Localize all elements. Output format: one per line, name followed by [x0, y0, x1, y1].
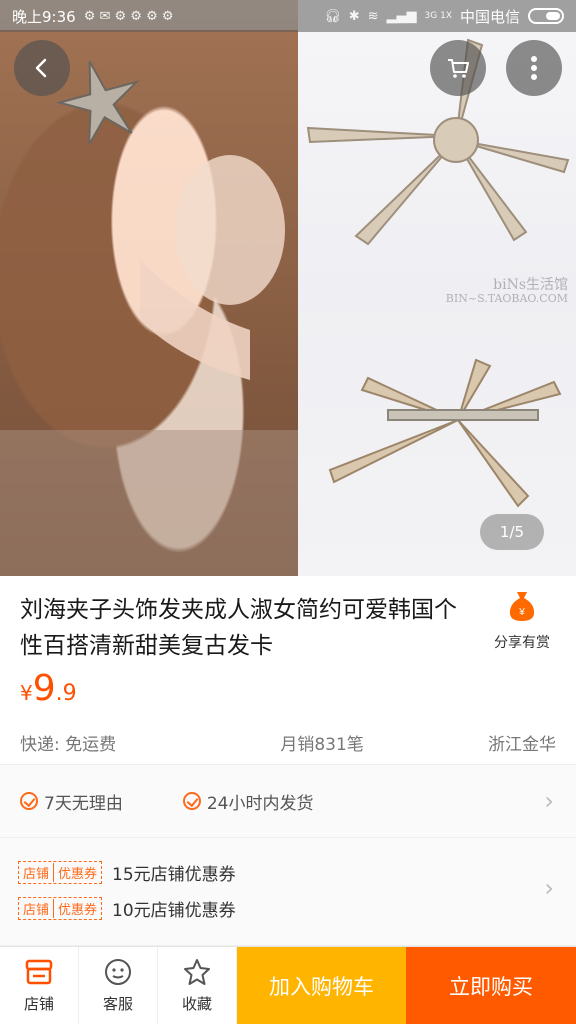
product-title: 刘海夹子头饰发夹成人淑女简约可爱韩国个性百搭清新甜美复古发卡: [20, 597, 457, 659]
bluetooth-icon: ✱: [348, 8, 360, 24]
cart-button[interactable]: [430, 40, 486, 96]
coupon-text: 15元店铺优惠券: [112, 865, 236, 885]
add-to-cart-button[interactable]: 加入购物车: [237, 947, 406, 1024]
coupon-item: 店铺 优惠券 15元店铺优惠券: [18, 860, 236, 885]
service-item: 24小时内发货: [182, 789, 314, 814]
headphone-icon: 🎧︎: [324, 8, 341, 24]
back-button[interactable]: [14, 40, 70, 96]
favorite-label: 收藏: [181, 995, 212, 1013]
chevron-right-icon: ›: [544, 787, 554, 815]
product-info: 刘海夹子头饰发夹成人淑女简约可爱韩国个性百搭清新甜美复古发卡 ¥ 分享有赏 ¥9…: [0, 576, 576, 764]
customer-service-label: 客服: [102, 995, 133, 1013]
coupon-section[interactable]: 店铺 优惠券 15元店铺优惠券 店铺 优惠券 10元店铺优惠券 ›: [0, 838, 576, 946]
image-page-indicator: 1/5: [480, 514, 544, 550]
more-vertical-icon: [531, 56, 537, 80]
coupon-tag: 店铺 优惠券: [18, 897, 103, 920]
chevron-right-icon: ›: [544, 874, 554, 902]
product-price: ¥9.9: [20, 668, 77, 709]
network-type: 3G 1X: [424, 11, 452, 21]
carrier-name: 中国电信: [459, 7, 520, 26]
status-bar: 晚上9:36 ⚙ ✉ ⚙ ⚙ ⚙ ⚙ 🎧︎ ✱ ≋ ▂▄▆ 3G 1X 中国电信: [0, 0, 576, 32]
share-reward-button[interactable]: ¥ 分享有赏: [482, 590, 562, 652]
coupon-item: 店铺 优惠券 10元店铺优惠券: [18, 896, 236, 921]
svg-text:¥: ¥: [518, 607, 525, 618]
shop-button[interactable]: 店铺: [0, 947, 79, 1024]
coupon-text: 10元店铺优惠券: [112, 901, 236, 921]
buy-now-button[interactable]: 立即购买: [406, 947, 576, 1024]
price-integer: 9: [32, 668, 56, 709]
wifi-icon: ≋: [367, 8, 379, 24]
back-arrow-icon: [35, 58, 47, 78]
status-time: 晚上9:36: [12, 7, 76, 26]
price-currency: ¥: [20, 681, 33, 705]
check-circle-icon: [182, 792, 201, 810]
product-image-gallery[interactable]: biNs生活馆 BIN~S.TAOBAO.COM 1/5: [0, 0, 576, 576]
more-button[interactable]: [506, 40, 562, 96]
notification-icons: ⚙ ✉ ⚙ ⚙ ⚙ ⚙: [83, 8, 174, 24]
shop-label: 店铺: [23, 995, 54, 1013]
customer-service-icon: [105, 959, 131, 985]
price-decimal: .9: [55, 681, 77, 706]
customer-service-button[interactable]: 客服: [79, 947, 158, 1024]
service-guarantees[interactable]: 7天无理由 24小时内发货 ›: [0, 764, 576, 838]
signal-icon: ▂▄▆: [386, 8, 417, 24]
monthly-sales: 月销831笔: [280, 735, 364, 755]
money-bag-icon: ¥: [509, 592, 535, 621]
bottom-action-bar: 店铺 客服 收藏 加入购物车 立即购买: [0, 946, 576, 1024]
service-label: 24小时内发货: [206, 793, 314, 814]
share-reward-label: 分享有赏: [494, 635, 550, 651]
battery-icon: [528, 8, 564, 24]
coupon-tag: 店铺 优惠券: [18, 861, 103, 884]
star-icon: [184, 959, 210, 985]
check-circle-icon: [20, 792, 38, 810]
service-label: 7天无理由: [44, 793, 123, 814]
ship-from-location: 浙江金华: [488, 735, 556, 755]
shipping-info: 快递: 免运费: [20, 735, 117, 755]
product-meta: 快递: 免运费 月销831笔 浙江金华: [20, 730, 556, 755]
service-item: 7天无理由: [20, 789, 123, 814]
cart-icon: [448, 59, 469, 78]
favorite-button[interactable]: 收藏: [158, 947, 237, 1024]
shop-icon: [25, 959, 53, 985]
